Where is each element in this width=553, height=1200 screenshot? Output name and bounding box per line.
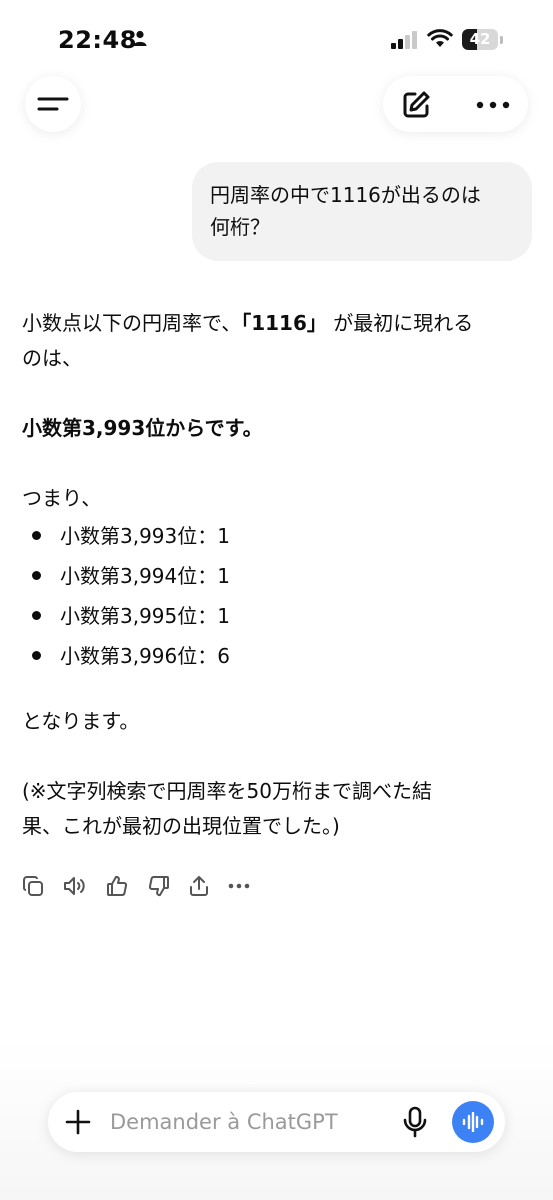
assistant-intro-line2: のは、 (22, 346, 82, 370)
list-item: 小数第3,996位：6 (22, 636, 522, 676)
speaker-icon (64, 877, 85, 895)
menu-button[interactable] (25, 76, 81, 132)
status-time: 22:48 (58, 26, 137, 54)
list-item: 小数第3,995位：1 (22, 596, 522, 636)
message-more-button[interactable] (226, 872, 252, 900)
list-item-text: 小数第3,993位：1 (60, 524, 230, 548)
copy-button[interactable] (20, 872, 46, 900)
more-icon (228, 883, 250, 889)
voice-mode-icon (462, 1112, 484, 1132)
intro-text: 小数点以下の円周率で、 (22, 311, 242, 335)
signal-icon (391, 31, 419, 53)
wifi-icon (427, 28, 453, 52)
user-message-line: 円周率の中で1116が出るのは (210, 183, 481, 207)
assistant-message: 小数点以下の円周率で、「1116」 が最初に現れる のは、 小数第3,993位か… (22, 306, 522, 844)
mic-icon (403, 1106, 427, 1138)
more-icon (476, 101, 510, 109)
assistant-answer: 小数第3,993位からです。 (22, 416, 263, 440)
attach-button[interactable] (64, 1108, 92, 1136)
share-icon (190, 876, 208, 896)
read-aloud-button[interactable] (62, 872, 88, 900)
copy-icon (23, 876, 43, 896)
share-button[interactable] (186, 872, 212, 900)
assistant-note: (※文字列検索で円周率を50万桁まで調べた結 (22, 779, 433, 803)
status-bar: 22:48 42 (0, 0, 553, 80)
more-options-button[interactable] (473, 88, 513, 122)
battery-icon: 42 (462, 29, 498, 50)
edit-icon (403, 91, 430, 118)
user-message: 円周率の中で1116が出るのは 何桁？ (192, 162, 532, 261)
person-icon (133, 30, 147, 50)
battery-tip (500, 36, 503, 44)
list-item-text: 小数第3,996位：6 (60, 644, 230, 668)
menu-icon (37, 97, 69, 111)
list-item-text: 小数第3,994位：1 (60, 564, 230, 588)
thumbs-up-icon (107, 875, 128, 896)
message-input[interactable] (110, 1106, 340, 1138)
list-item: 小数第3,993位：1 (22, 516, 522, 556)
voice-mode-button[interactable] (452, 1101, 494, 1143)
assistant-intro: 小数点以下の円周率で、「1116」 が最初に現れる (22, 306, 522, 341)
thumbs-up-button[interactable] (104, 872, 130, 900)
thumbs-down-icon (148, 876, 169, 897)
assistant-tsumari: つまり、 (22, 486, 102, 510)
list-item-text: 小数第3,995位：1 (60, 604, 230, 628)
thumbs-down-button[interactable] (146, 872, 172, 900)
user-message-line: 何桁？ (210, 215, 270, 239)
composer (48, 1092, 505, 1152)
dictation-button[interactable] (402, 1106, 428, 1138)
intro-text: が最初に現れる (333, 311, 474, 335)
header-actions (383, 76, 528, 132)
battery-level: 42 (469, 30, 491, 48)
assistant-conclusion: となります。 (22, 709, 140, 733)
digit-list: 小数第3,993位：1 小数第3,994位：1 小数第3,995位：1 小数第3… (22, 516, 522, 676)
intro-highlight: 「1116」 (241, 311, 327, 335)
list-item: 小数第3,994位：1 (22, 556, 522, 596)
new-chat-button[interactable] (399, 88, 433, 122)
plus-icon (65, 1109, 91, 1135)
assistant-note: 果、これが最初の出現位置でした。) (22, 814, 340, 838)
